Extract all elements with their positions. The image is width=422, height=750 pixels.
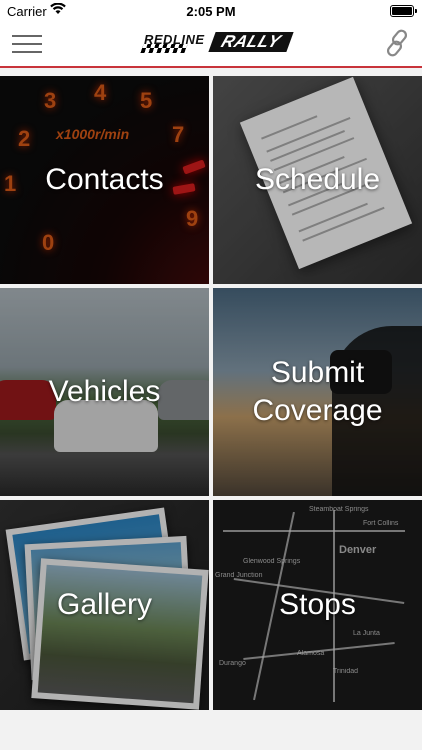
gallery-label: Gallery: [56, 588, 153, 621]
logo-redline-text: REDLINE: [144, 32, 205, 47]
status-time: 2:05 PM: [186, 4, 236, 19]
schedule-label: Schedule: [254, 163, 381, 196]
menu-grid: 3 2 1 0 4 5 7 9 x1000r/min Contacts Sche…: [0, 76, 422, 710]
redline-rally-logo: REDLINE RALLY: [140, 32, 294, 54]
battery-icon: [390, 5, 417, 17]
submit-coverage-label: Submit Coverage: [252, 356, 383, 427]
logo-rally-text: RALLY: [208, 32, 294, 52]
stops-tile[interactable]: Steamboat Springs Fort Collins Denver Gl…: [213, 500, 422, 710]
gallery-tile[interactable]: Gallery: [0, 500, 209, 710]
contacts-label: Contacts: [45, 163, 164, 196]
hamburger-menu-icon[interactable]: [12, 34, 42, 54]
schedule-tile[interactable]: Schedule: [213, 76, 422, 284]
vehicles-tile[interactable]: Vehicles: [0, 288, 209, 496]
link-icon[interactable]: [382, 28, 412, 58]
stops-label: Stops: [279, 588, 356, 621]
nav-bar: REDLINE RALLY: [0, 22, 422, 68]
vehicles-label: Vehicles: [48, 375, 161, 408]
status-bar: Carrier 2:05 PM: [0, 0, 422, 22]
contacts-tile[interactable]: 3 2 1 0 4 5 7 9 x1000r/min Contacts: [0, 76, 209, 284]
submit-coverage-tile[interactable]: Submit Coverage: [213, 288, 422, 496]
